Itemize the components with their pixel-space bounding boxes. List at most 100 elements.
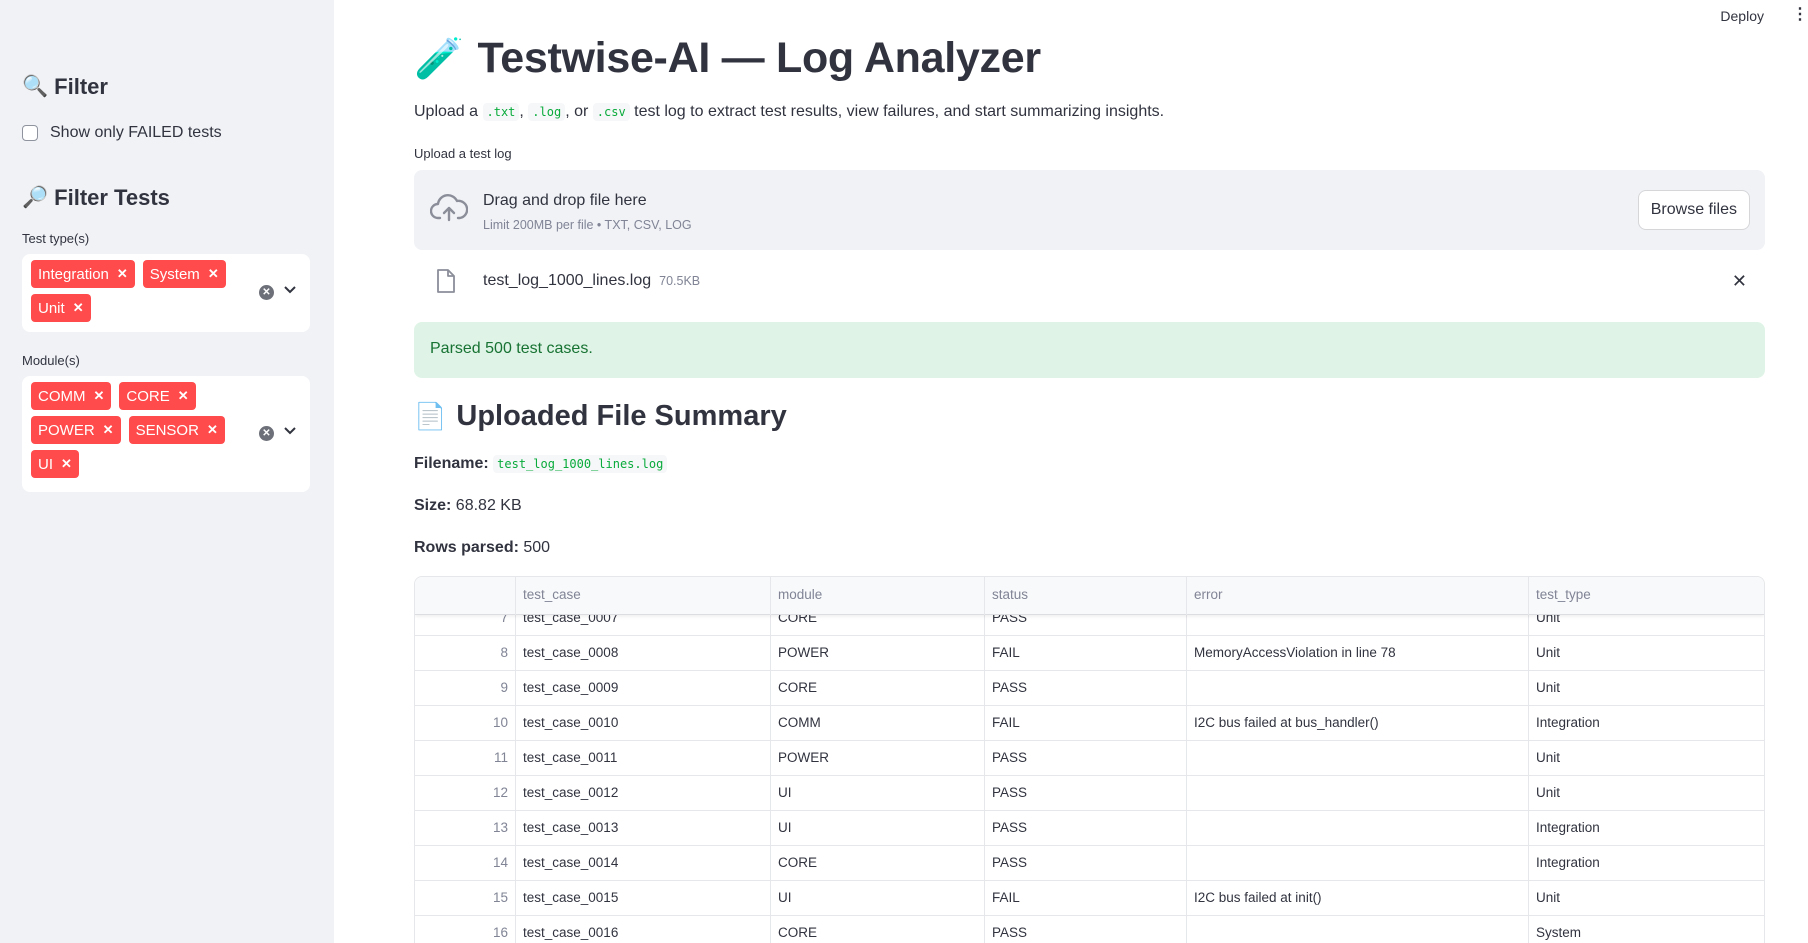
remove-tag-icon[interactable]: ✕: [94, 388, 105, 404]
cell-status[interactable]: PASS: [985, 776, 1187, 811]
cell-module[interactable]: CORE: [771, 671, 985, 706]
cell-test-case[interactable]: test_case_0011: [516, 741, 771, 776]
cell-test-case[interactable]: test_case_0014: [516, 846, 771, 881]
cell-module[interactable]: UI: [771, 881, 985, 916]
failed-only-checkbox[interactable]: Show only FAILED tests: [22, 124, 222, 142]
remove-file-icon[interactable]: ✕: [1732, 271, 1747, 292]
clear-all-icon[interactable]: ✕: [259, 426, 274, 441]
cell-error[interactable]: [1187, 776, 1529, 811]
cell-error[interactable]: [1187, 671, 1529, 706]
cell-row-index[interactable]: 14: [415, 846, 516, 881]
deploy-button[interactable]: Deploy: [1720, 8, 1764, 24]
file-dropzone[interactable]: Drag and drop file here Limit 200MB per …: [414, 170, 1765, 250]
cell-module[interactable]: CORE: [771, 846, 985, 881]
cell-test-type[interactable]: Integration: [1529, 846, 1764, 881]
remove-tag-icon[interactable]: ✕: [178, 388, 189, 404]
table-row[interactable]: 16 test_case_0016 CORE PASS System: [415, 916, 1764, 943]
cell-status[interactable]: PASS: [985, 811, 1187, 846]
column-header-row-index[interactable]: [415, 577, 516, 615]
table-row[interactable]: 14 test_case_0014 CORE PASS Integration: [415, 846, 1764, 881]
remove-tag-icon[interactable]: ✕: [103, 422, 114, 438]
cell-module[interactable]: UI: [771, 811, 985, 846]
cell-row-index[interactable]: 13: [415, 811, 516, 846]
column-header-status[interactable]: status: [985, 577, 1187, 615]
cell-row-index[interactable]: 15: [415, 881, 516, 916]
cell-status[interactable]: FAIL: [985, 636, 1187, 671]
table-row[interactable]: 15 test_case_0015 UI FAIL I2C bus failed at …: [415, 881, 1764, 916]
cell-status[interactable]: PASS: [985, 671, 1187, 706]
column-header-module[interactable]: module: [771, 577, 985, 615]
cell-module[interactable]: UI: [771, 776, 985, 811]
cell-test-type[interactable]: Unit: [1529, 741, 1764, 776]
cell-test-case[interactable]: test_case_0008: [516, 636, 771, 671]
cell-status[interactable]: PASS: [985, 846, 1187, 881]
browse-files-button[interactable]: Browse files: [1637, 190, 1750, 230]
remove-tag-icon[interactable]: ✕: [61, 456, 72, 472]
tag-system[interactable]: System ✕: [142, 260, 226, 288]
test-types-multiselect[interactable]: Integration ✕ System ✕ Unit ✕ ✕: [22, 254, 310, 332]
tag-power[interactable]: POWER ✕: [31, 416, 121, 444]
cell-status[interactable]: PASS: [985, 916, 1187, 943]
column-header-error[interactable]: error: [1187, 577, 1529, 615]
checkbox-box[interactable]: [22, 125, 38, 141]
cell-error[interactable]: I2C bus failed at init(): [1187, 881, 1529, 916]
cell-test-type[interactable]: Integration: [1529, 706, 1764, 741]
cell-module[interactable]: POWER: [771, 741, 985, 776]
cell-error[interactable]: I2C bus failed at bus_handler(): [1187, 706, 1529, 741]
cell-test-case[interactable]: test_case_0010: [516, 706, 771, 741]
chevron-down-icon[interactable]: [284, 285, 296, 297]
cell-module[interactable]: CORE: [771, 916, 985, 943]
cell-error[interactable]: [1187, 741, 1529, 776]
tag-sensor[interactable]: SENSOR ✕: [128, 416, 225, 444]
cell-test-type[interactable]: Unit: [1529, 636, 1764, 671]
table-row[interactable]: 11 test_case_0011 POWER PASS Unit: [415, 741, 1764, 776]
cell-row-index[interactable]: 16: [415, 916, 516, 943]
remove-tag-icon[interactable]: ✕: [208, 266, 219, 282]
remove-tag-icon[interactable]: ✕: [207, 422, 218, 438]
chevron-down-icon[interactable]: [284, 426, 296, 438]
cell-row-index[interactable]: 8: [415, 636, 516, 671]
tag-ui[interactable]: UI ✕: [31, 450, 79, 478]
summary-heading: 📄 Uploaded File Summary: [414, 400, 787, 433]
remove-tag-icon[interactable]: ✕: [73, 300, 84, 316]
cell-row-index[interactable]: 9: [415, 671, 516, 706]
cell-row-index[interactable]: 10: [415, 706, 516, 741]
cell-test-type[interactable]: Unit: [1529, 881, 1764, 916]
cell-row-index[interactable]: 11: [415, 741, 516, 776]
data-table[interactable]: test_case module status error test_type 7 tes…: [414, 576, 1765, 943]
cell-error[interactable]: [1187, 916, 1529, 943]
cell-test-case[interactable]: test_case_0013: [516, 811, 771, 846]
cell-error[interactable]: [1187, 846, 1529, 881]
cell-test-case[interactable]: test_case_0012: [516, 776, 771, 811]
cell-test-case[interactable]: test_case_0016: [516, 916, 771, 943]
tag-integration[interactable]: Integration ✕: [31, 260, 135, 288]
cell-test-case[interactable]: test_case_0015: [516, 881, 771, 916]
column-header-test-case[interactable]: test_case: [516, 577, 771, 615]
cell-error[interactable]: [1187, 811, 1529, 846]
column-header-test-type[interactable]: test_type: [1529, 577, 1764, 615]
table-row[interactable]: 9 test_case_0009 CORE PASS Unit: [415, 671, 1764, 706]
kebab-menu-icon[interactable]: ⋮: [1792, 4, 1808, 24]
cell-status[interactable]: PASS: [985, 741, 1187, 776]
clear-all-icon[interactable]: ✕: [259, 285, 274, 300]
cell-test-type[interactable]: System: [1529, 916, 1764, 943]
cell-module[interactable]: POWER: [771, 636, 985, 671]
cell-test-type[interactable]: Integration: [1529, 811, 1764, 846]
tag-comm[interactable]: COMM ✕: [31, 382, 112, 410]
tag-core[interactable]: CORE ✕: [119, 382, 196, 410]
table-row[interactable]: 8 test_case_0008 POWER FAIL MemoryAccessViol…: [415, 636, 1764, 671]
cell-error[interactable]: MemoryAccessViolation in line 78: [1187, 636, 1529, 671]
cell-test-case[interactable]: test_case_0009: [516, 671, 771, 706]
tag-unit[interactable]: Unit ✕: [31, 294, 91, 322]
modules-multiselect[interactable]: COMM ✕ CORE ✕ POWER ✕ SENSOR ✕ UI ✕ ✕: [22, 376, 310, 492]
cell-status[interactable]: FAIL: [985, 706, 1187, 741]
cell-row-index[interactable]: 12: [415, 776, 516, 811]
cell-status[interactable]: FAIL: [985, 881, 1187, 916]
table-row[interactable]: 13 test_case_0013 UI PASS Integration: [415, 811, 1764, 846]
table-row[interactable]: 12 test_case_0012 UI PASS Unit: [415, 776, 1764, 811]
cell-module[interactable]: COMM: [771, 706, 985, 741]
cell-test-type[interactable]: Unit: [1529, 671, 1764, 706]
cell-test-type[interactable]: Unit: [1529, 776, 1764, 811]
table-row[interactable]: 10 test_case_0010 COMM FAIL I2C bus failed a…: [415, 706, 1764, 741]
remove-tag-icon[interactable]: ✕: [117, 266, 128, 282]
